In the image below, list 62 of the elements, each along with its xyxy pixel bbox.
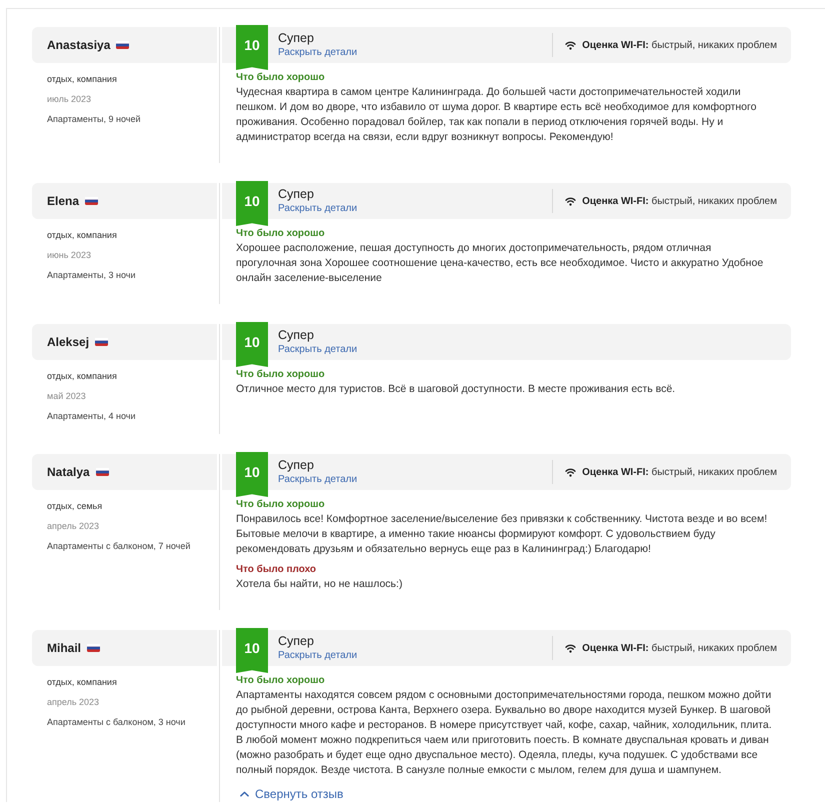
- wifi-icon: [565, 468, 576, 476]
- trip-type: отдых, семья: [47, 500, 102, 512]
- rating-verdict: Супер: [278, 458, 314, 473]
- rating-verdict: Супер: [278, 634, 314, 649]
- stay-date: июль 2023: [47, 93, 92, 105]
- room-and-nights: Апартаменты, 4 ночи: [47, 410, 136, 422]
- room-and-nights: Апартаменты, 3 ночи: [47, 269, 136, 281]
- review-text: Апартаменты находятся совсем рядом с основными достопримечательностями города, пешком можно дойти до рыбной деревни, острова Канта, Верхнего озера. Буквально во дворе находится музей Бункер. В шаговой доступности много кафе и ресторанов. В номере присутствует чай, кофе, сахар, чайник, холодильник, плита. В любой момент можно подкрепиться чаем или приготовить поесть. В комнате двуспальная кровать и диван (можно разобрать и будет еще одно двуспальное место). Одеяла, пледы, куча подушек. С удобствами все полный порядок. Везде чистота. В санузле полные емкости с мылом, гелем для душа и шампунем.: [236, 688, 773, 778]
- review-text: Хорошее расположение, пешая доступность до многих достопримечательность, рядом отличная прогулочная зона Хорошее соотношение цена-качество, есть все необходимое. Чисто и аккуратно Удобное онлайн заселение-выселение: [236, 241, 764, 286]
- wifi-rating: Оценка WI-FI: быстрый, никаких проблем: [582, 642, 777, 654]
- review-text: Хотела бы найти, но не нашлось:): [236, 577, 402, 592]
- stay-date: апрель 2023: [47, 520, 100, 532]
- score-badge: 10: [236, 452, 268, 497]
- section-heading: Что было хорошо: [236, 368, 325, 382]
- rating-verdict: Супер: [278, 328, 314, 343]
- caret-up-icon: [240, 791, 249, 797]
- wifi-icon: [565, 196, 576, 206]
- trip-type: отдых, компания: [47, 73, 117, 85]
- reviewer-name: Mihail: [47, 641, 82, 655]
- wifi-rating: Оценка WI-FI: быстрый, никаких проблем: [582, 40, 777, 50]
- trip-type: отдых, компания: [47, 229, 117, 241]
- review-text: Понравилось все! Комфортное заселение/выселение без привязки к собственнику. Чистота везде и во всем! Бытовые мелочи в квартире, а именно такие нюансы формируют комфорт. С удовольствием буду рекомендовать друзьям и обязательно вернусь еще раз в Калининград:) Благодарю!: [236, 512, 768, 557]
- room-and-nights: Апартаменты с балконом, 7 ночей: [47, 540, 190, 552]
- wifi-rating: Оценка WI-FI: быстрый, никаких проблем: [582, 196, 777, 206]
- wifi-icon: [565, 644, 576, 652]
- stay-date: май 2023: [47, 390, 86, 402]
- expand-details-link[interactable]: Раскрыть детали: [278, 202, 358, 215]
- score-badge: 10: [236, 322, 268, 367]
- trip-type: отдых, компания: [47, 676, 117, 688]
- score-badge: 10: [236, 181, 268, 226]
- rating-verdict: Супер: [278, 187, 314, 202]
- flag-icon: [116, 41, 130, 49]
- reviewer-name: Anastasiya: [47, 38, 110, 52]
- expand-details-link[interactable]: Раскрыть детали: [278, 343, 358, 356]
- expand-details-link[interactable]: Раскрыть детали: [278, 649, 358, 662]
- section-heading: Что было хорошо: [236, 71, 325, 85]
- score-badge: 10: [236, 25, 268, 70]
- reviewer-name: Elena: [47, 194, 80, 208]
- section-heading: Что было плохо: [236, 563, 316, 577]
- section-heading: Что было хорошо: [236, 674, 325, 688]
- room-and-nights: Апартаменты, 9 ночей: [47, 113, 140, 125]
- rating-verdict: Супер: [278, 31, 314, 46]
- reviewer-name: Aleksej: [47, 335, 90, 349]
- stay-date: июнь 2023: [47, 249, 91, 261]
- expand-details-link[interactable]: Раскрыть детали: [278, 473, 358, 486]
- flag-icon: [87, 644, 100, 652]
- flag-icon: [96, 468, 109, 476]
- collapse-review-link[interactable]: Свернуть отзыв: [240, 787, 344, 801]
- section-heading: Что было хорошо: [236, 227, 325, 241]
- wifi-rating: Оценка WI-FI: быстрый, никаких проблем: [582, 466, 777, 478]
- review-text: Отличное место для туристов. Всё в шаговой доступности. В месте проживания есть всё.: [236, 382, 676, 397]
- review-text: Чудесная квартира в самом центре Калининграда. До большей части достопримечательностей ходили пешком. И дом во дворе, что избавило от шума дорог. В квартире есть всё необходимое для комфортного проживания. Особенно порадовал бойлер, так как попали в период отключения горячей воды. Ну и администратор всегда на связи, если вдруг возникнут вопросы. Рекомендую!: [236, 85, 758, 145]
- flag-icon: [95, 338, 108, 346]
- section-heading: Что было хорошо: [236, 498, 325, 512]
- flag-icon: [85, 197, 98, 205]
- trip-type: отдых, компания: [47, 370, 117, 382]
- score-badge: 10: [236, 628, 268, 673]
- expand-details-link[interactable]: Раскрыть детали: [278, 46, 358, 59]
- stay-date: апрель 2023: [47, 696, 100, 708]
- room-and-nights: Апартаменты с балконом, 3 ночи: [47, 716, 186, 728]
- wifi-icon: [565, 40, 576, 50]
- reviewer-name: Natalya: [47, 465, 90, 479]
